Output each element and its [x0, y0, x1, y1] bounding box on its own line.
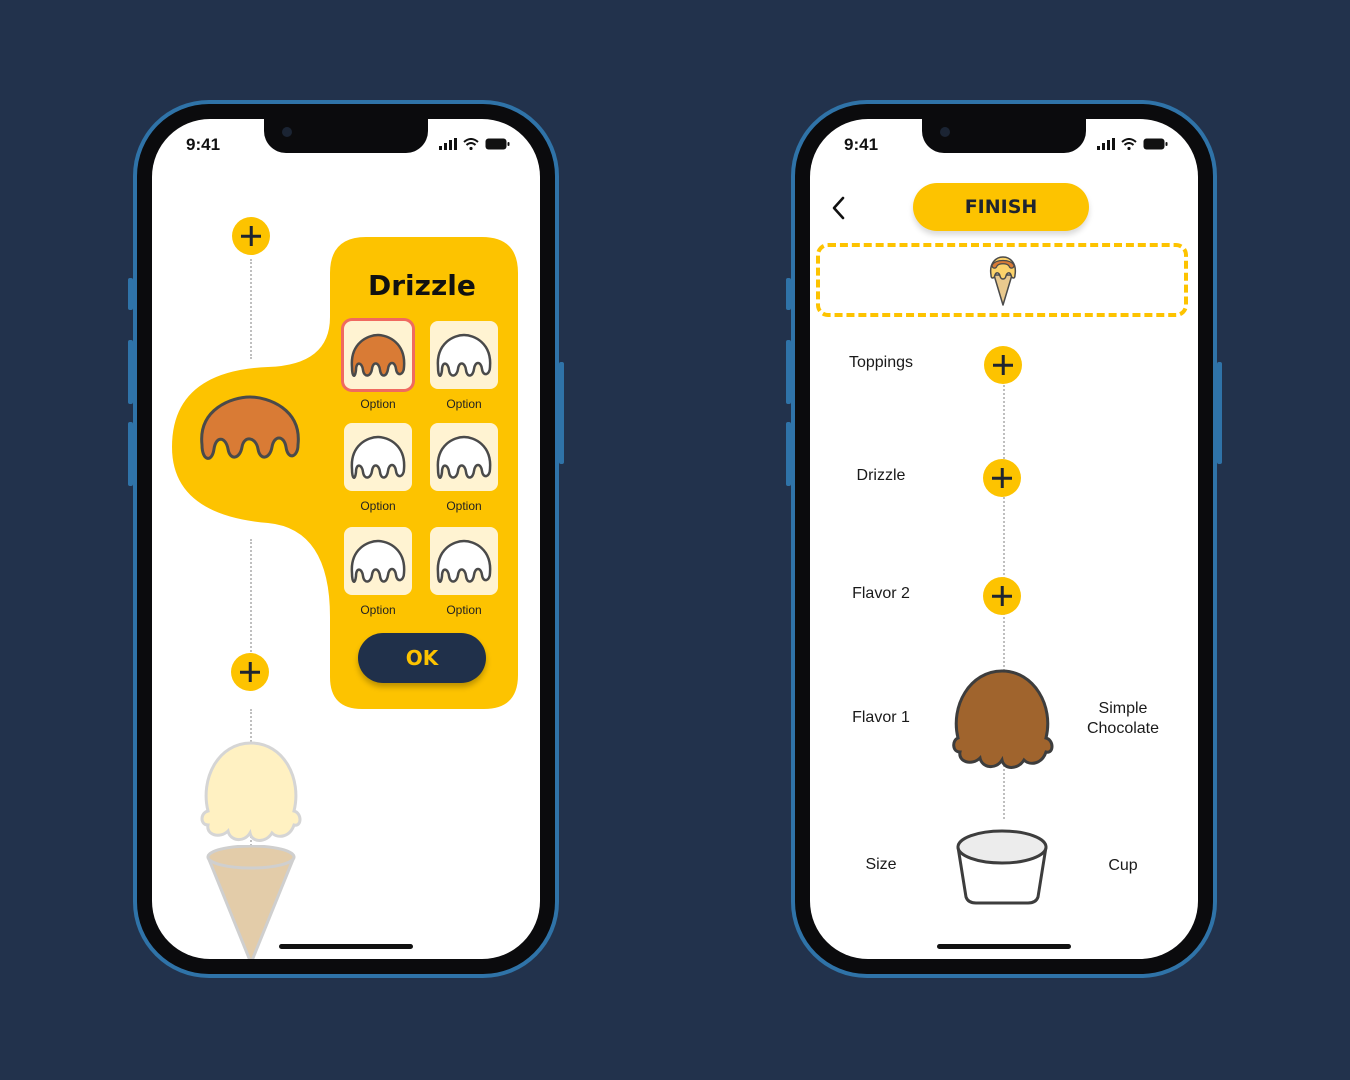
- drizzle-icon: [436, 435, 492, 479]
- status-icons: [439, 138, 510, 150]
- flavor-1-label: Flavor 1: [852, 709, 910, 726]
- cone-illustration: [206, 845, 296, 959]
- option-label: Option: [446, 499, 482, 513]
- option-label: Option: [360, 603, 396, 617]
- power-button: [1217, 362, 1222, 464]
- drizzle-option-1[interactable]: [344, 321, 412, 389]
- drizzle-option-5[interactable]: [344, 527, 412, 595]
- panel-title: Drizzle: [368, 269, 476, 302]
- right-screen: 9:41 FINISH Toppings Drizzle Flavor 2 Fl…: [810, 119, 1198, 959]
- drizzle-option-3[interactable]: [344, 423, 412, 491]
- camera: [282, 127, 292, 137]
- signal-icon: [1097, 138, 1115, 150]
- mute-switch: [128, 278, 133, 310]
- bezel: 9:41 FINISH Toppings Drizzle Flavor 2 Fl…: [795, 104, 1213, 974]
- finish-button[interactable]: FINISH: [913, 183, 1089, 231]
- size-label: Size: [865, 856, 897, 873]
- volume-up-button: [128, 340, 133, 404]
- volume-down-button: [128, 422, 133, 486]
- size-value: Cup: [1108, 857, 1138, 874]
- left-phone: 9:41 Drizzle Option Option Option Option…: [128, 100, 564, 978]
- add-drizzle-button[interactable]: [983, 459, 1021, 497]
- ok-button[interactable]: OK: [358, 633, 486, 683]
- drizzle-icon: [350, 435, 406, 479]
- power-button: [559, 362, 564, 464]
- bezel: 9:41 Drizzle Option Option Option Option…: [137, 104, 555, 974]
- status-time: 9:41: [186, 135, 221, 154]
- drizzle-option-2[interactable]: [430, 321, 498, 389]
- drizzle-icon: [350, 539, 406, 583]
- option-label: Option: [446, 397, 482, 411]
- option-label: Option: [446, 603, 482, 617]
- back-chevron-icon[interactable]: [824, 193, 854, 223]
- add-toppings-button[interactable]: [984, 346, 1022, 384]
- battery-icon: [485, 138, 510, 150]
- flavor-1-value: Simple Chocolate: [1068, 699, 1178, 739]
- flavor-1-value-line-1: Simple: [1098, 700, 1148, 717]
- volume-down-button: [786, 422, 791, 486]
- drizzle-icon: [350, 333, 406, 377]
- volume-up-button: [786, 340, 791, 404]
- right-phone: 9:41 FINISH Toppings Drizzle Flavor 2 Fl…: [786, 100, 1222, 978]
- signal-icon: [439, 138, 457, 150]
- option-label: Option: [360, 499, 396, 513]
- notch: [264, 119, 428, 153]
- drizzle-preview-icon: [200, 395, 300, 460]
- home-indicator[interactable]: [279, 944, 413, 949]
- drizzle-option-4[interactable]: [430, 423, 498, 491]
- option-label: Option: [360, 397, 396, 411]
- wifi-icon: [463, 138, 479, 150]
- camera: [940, 127, 950, 137]
- wifi-icon: [1121, 138, 1137, 150]
- toppings-label: Toppings: [848, 354, 914, 371]
- chocolate-scoop[interactable]: [948, 668, 1056, 772]
- status-icons: [1097, 138, 1168, 150]
- add-flavor-2-button[interactable]: [983, 577, 1021, 615]
- battery-icon: [1143, 138, 1168, 150]
- cup-icon[interactable]: [954, 827, 1050, 907]
- mini-cone-icon: [989, 256, 1017, 306]
- cone-preview-area: [816, 243, 1188, 317]
- drizzle-option-6[interactable]: [430, 527, 498, 595]
- notch: [922, 119, 1086, 153]
- drizzle-icon: [436, 333, 492, 377]
- vanilla-scoop: [200, 741, 302, 842]
- flavor-2-label: Flavor 2: [852, 585, 910, 602]
- mute-switch: [786, 278, 791, 310]
- home-indicator[interactable]: [937, 944, 1071, 949]
- status-time: 9:41: [844, 135, 879, 154]
- drizzle-icon: [436, 539, 492, 583]
- left-screen: 9:41 Drizzle Option Option Option Option…: [152, 119, 540, 959]
- flavor-1-value-line-2: Chocolate: [1086, 720, 1160, 737]
- drizzle-label: Drizzle: [856, 467, 906, 484]
